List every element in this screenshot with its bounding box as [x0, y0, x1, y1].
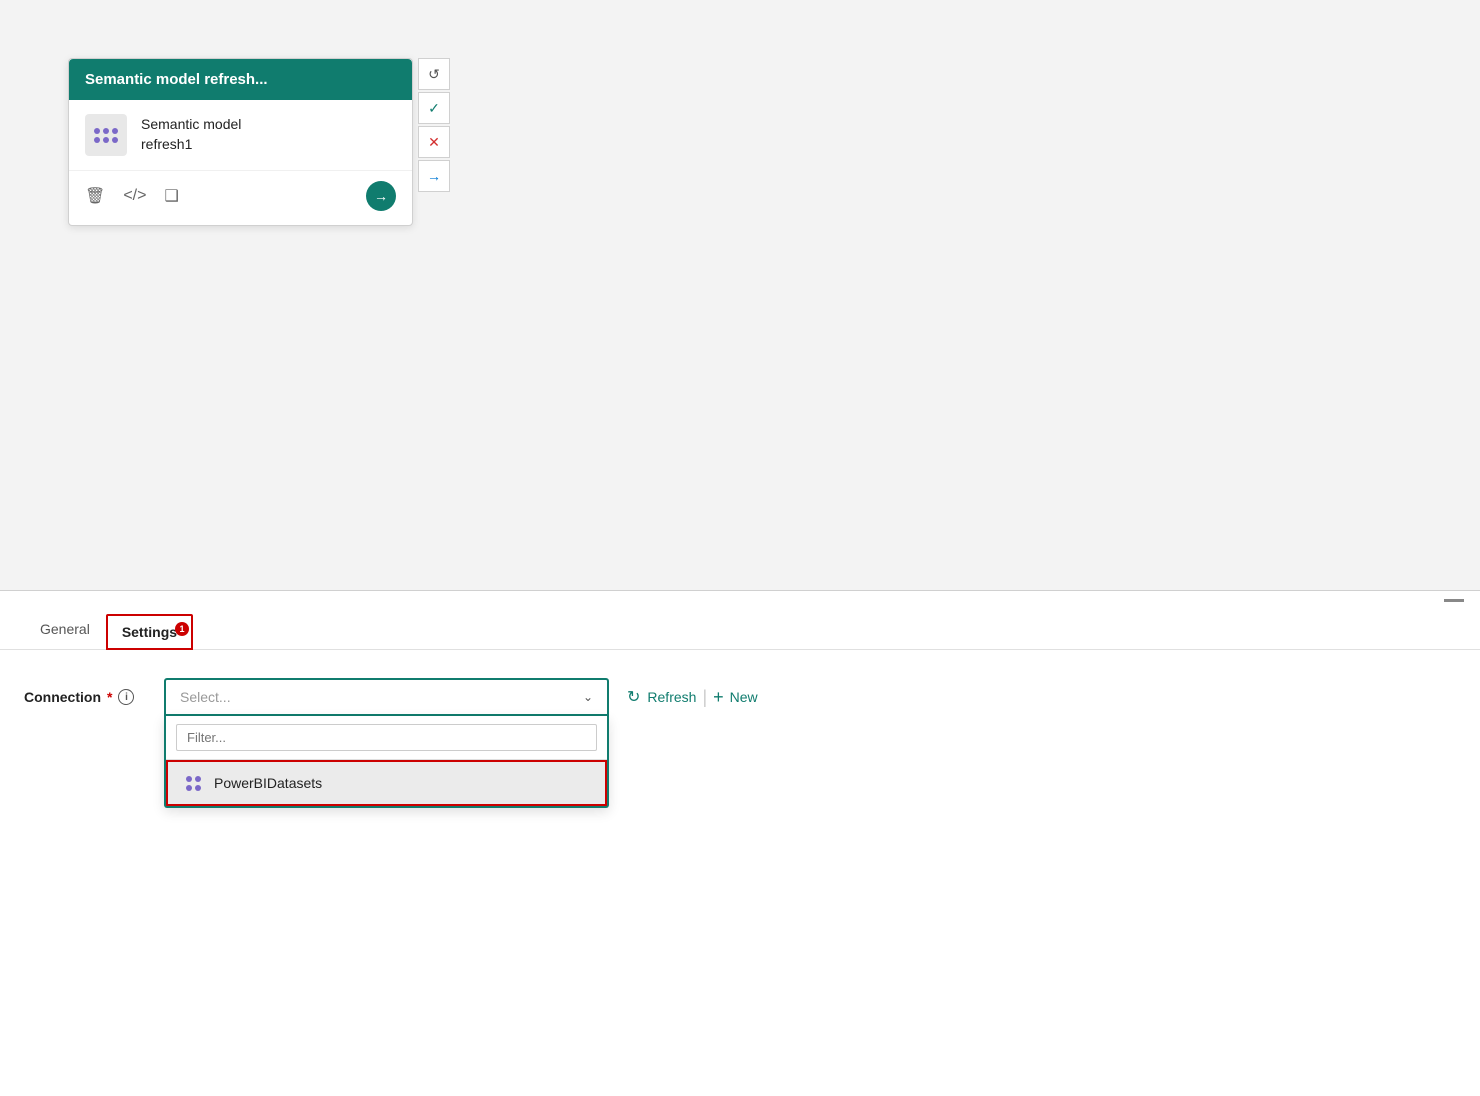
bottom-panel: General Settings 1 Connection * i Select… — [0, 590, 1480, 1096]
powerbi-dots-grid — [186, 776, 201, 791]
powerbi-dot — [195, 776, 201, 782]
arrow-icon: → — [427, 168, 441, 184]
refresh-button[interactable]: ↻ Refresh — [627, 687, 696, 707]
tabs-row: General Settings 1 — [0, 611, 1480, 650]
required-star: * — [107, 689, 112, 705]
dot — [94, 128, 100, 134]
dots-grid-icon — [94, 128, 118, 143]
dot — [112, 128, 118, 134]
activity-card-title: Semantic model refresh... — [85, 71, 268, 88]
tab-general[interactable]: General — [24, 611, 106, 649]
connection-label: Connection * i — [24, 689, 164, 705]
dropdown-placeholder: Select... — [180, 689, 231, 705]
check-button[interactable]: ✓ — [418, 92, 450, 124]
action-buttons: ↻ Refresh | + New — [627, 687, 758, 708]
connection-dropdown-wrapper: Select... ⌄ — [164, 678, 609, 716]
separator: | — [702, 687, 707, 708]
minimize-bar[interactable] — [1444, 599, 1464, 602]
panel-content: Connection * i Select... ⌄ — [0, 650, 1480, 744]
settings-badge: 1 — [175, 622, 189, 636]
powerbi-dot — [186, 776, 192, 782]
connection-row: Connection * i Select... ⌄ — [24, 678, 1456, 716]
tab-settings[interactable]: Settings 1 — [106, 614, 193, 650]
arrow-button[interactable]: → — [418, 160, 450, 192]
new-label: New — [730, 689, 758, 705]
cross-button[interactable]: ✕ — [418, 126, 450, 158]
code-icon[interactable]: </> — [123, 187, 146, 205]
dropdown-menu: PowerBIDatasets — [164, 716, 609, 808]
activity-name: Semantic model refresh1 — [141, 115, 241, 154]
refresh-label: Refresh — [647, 689, 696, 705]
redo-button[interactable]: ↺ — [418, 58, 450, 90]
info-icon[interactable]: i — [118, 689, 134, 705]
powerbi-dot — [195, 785, 201, 791]
plus-icon: + — [713, 687, 724, 708]
new-button[interactable]: + New — [713, 687, 758, 708]
filter-input[interactable] — [176, 724, 597, 751]
delete-icon[interactable]: 🗑 — [85, 186, 105, 206]
dot — [103, 128, 109, 134]
refresh-icon: ↻ — [627, 687, 640, 707]
copy-icon[interactable]: ❑ — [164, 186, 178, 206]
dot — [94, 137, 100, 143]
dot — [112, 137, 118, 143]
cross-icon: ✕ — [428, 134, 440, 151]
powerbi-icon — [182, 772, 204, 794]
activity-card-body: Semantic model refresh1 — [69, 100, 412, 170]
dropdown-item-powerbi[interactable]: PowerBIDatasets — [166, 760, 607, 806]
arrow-right-icon: → — [374, 188, 388, 204]
activity-card: Semantic model refresh... Semantic model… — [68, 58, 413, 226]
dot — [103, 137, 109, 143]
connection-dropdown[interactable]: Select... ⌄ — [164, 678, 609, 716]
tab-settings-label: Settings — [122, 624, 177, 640]
activity-icon — [85, 114, 127, 156]
side-toolbar: ↺ ✓ ✕ → — [418, 58, 450, 192]
check-icon: ✓ — [428, 100, 440, 117]
redo-icon: ↺ — [428, 66, 440, 83]
dropdown-filter — [166, 716, 607, 760]
activity-card-header: Semantic model refresh... — [69, 59, 412, 100]
tab-general-label: General — [40, 621, 90, 637]
powerbi-dot — [186, 785, 192, 791]
go-arrow-button[interactable]: → — [366, 181, 396, 211]
canvas-area: Semantic model refresh... Semantic model… — [0, 0, 1480, 590]
connection-text: Connection — [24, 689, 101, 705]
chevron-down-icon: ⌄ — [583, 690, 593, 704]
activity-card-footer: 🗑 </> ❑ → — [69, 170, 412, 225]
dropdown-item-label: PowerBIDatasets — [214, 775, 322, 791]
